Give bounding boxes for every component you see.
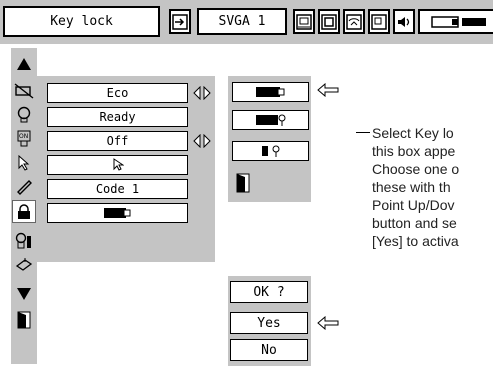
power-on-value[interactable]: Off (47, 131, 188, 151)
projector-icon (103, 208, 130, 218)
screen-icon[interactable] (293, 9, 315, 34)
sound-icon[interactable] (393, 9, 415, 34)
lock-icon[interactable] (12, 200, 36, 223)
exit-door-icon[interactable] (236, 173, 250, 193)
projector-icon (255, 87, 284, 97)
input-icon[interactable] (169, 9, 191, 34)
filter-icon[interactable] (12, 253, 36, 276)
eco-value[interactable]: Eco (47, 83, 188, 103)
no-button[interactable]: No (230, 339, 308, 361)
keypad-remote-icon (261, 145, 279, 157)
option-projector-lock[interactable] (232, 82, 309, 102)
pointer-value[interactable] (47, 155, 188, 175)
confirm-question: OK ? (230, 281, 308, 303)
keypad-lock-icon[interactable] (12, 229, 36, 252)
option-keypad-lock[interactable] (232, 141, 309, 161)
option-remote-lock[interactable] (232, 110, 309, 130)
image-icon[interactable] (343, 9, 365, 34)
left-arrow-icon (316, 315, 340, 331)
lamp-icon[interactable] (12, 103, 36, 126)
power-on-icon[interactable]: ON (12, 127, 36, 150)
settings-icon[interactable] (368, 9, 390, 34)
down-arrow-icon[interactable] (12, 282, 36, 305)
pointer-icon[interactable] (12, 151, 36, 174)
picture-icon[interactable] (318, 9, 340, 34)
key-lock-value[interactable] (47, 203, 188, 223)
left-right-arrow-icon[interactable] (192, 84, 212, 102)
lamp-off-icon[interactable] (12, 79, 36, 102)
menu-title: Key lock (3, 6, 160, 37)
yes-button[interactable]: Yes (230, 312, 308, 334)
remote-icon[interactable] (12, 175, 36, 198)
callout-line (356, 132, 370, 133)
pointer-icon (113, 158, 124, 171)
projector-remote-icon (255, 114, 285, 126)
exit-door-icon[interactable] (12, 308, 36, 331)
input-source-label[interactable]: SVGA 1 (197, 8, 287, 35)
left-arrow-icon (316, 82, 340, 98)
projector-icon[interactable] (418, 9, 493, 34)
code-value[interactable]: Code 1 (47, 179, 188, 199)
left-right-arrow-icon[interactable] (192, 132, 212, 150)
standby-value[interactable]: Ready (47, 107, 188, 127)
up-arrow-icon[interactable] (12, 52, 36, 75)
callout-text: Select Key lo this box appe Choose one o… (372, 125, 460, 249)
svg-text:ON: ON (19, 133, 28, 140)
